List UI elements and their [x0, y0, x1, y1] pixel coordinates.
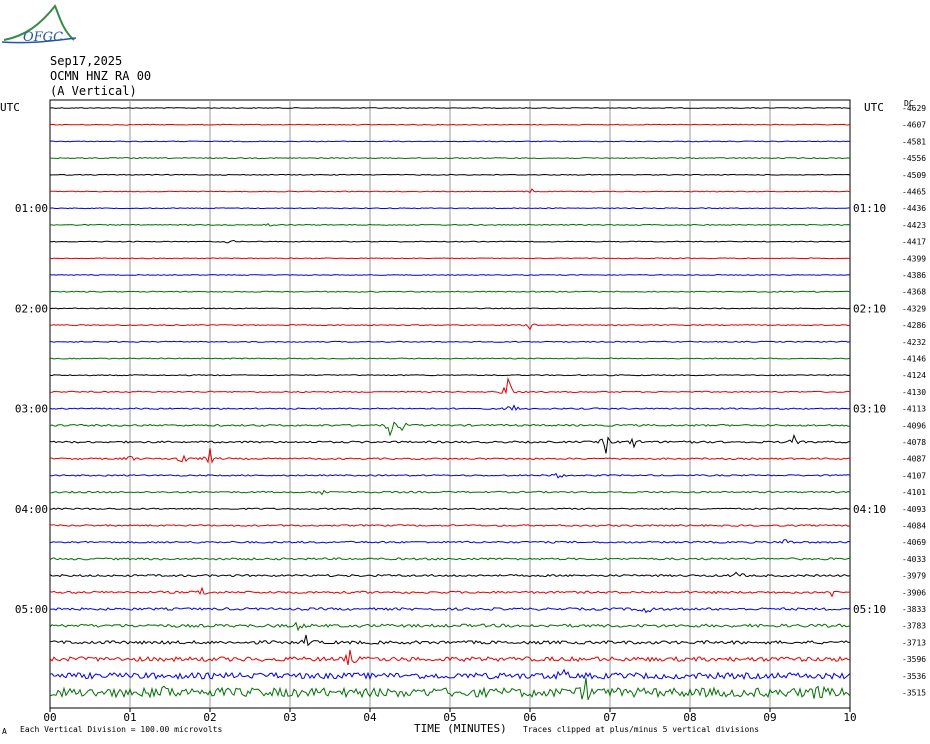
x-tick-label: 08: [683, 711, 696, 724]
trace-row-6: [49, 207, 851, 210]
dc-offset: -4078: [902, 438, 926, 447]
dc-offset: -3713: [902, 638, 926, 647]
right-time-label: 01:10: [853, 202, 886, 215]
dc-offset: -4581: [902, 137, 926, 146]
dc-offset: -4130: [902, 388, 926, 397]
x-tick-label: 02: [203, 711, 216, 724]
dc-offset: -4084: [902, 522, 926, 531]
left-utc-label: UTC: [0, 101, 20, 114]
x-tick-label: 04: [363, 711, 377, 724]
dc-offset: -4033: [902, 555, 926, 564]
left-hour-label: 03:00: [15, 403, 48, 416]
x-tick-label: 05: [443, 711, 456, 724]
helicorder-plot: UTC UTC DC TIME (MINUTES) A Each Vertica…: [0, 99, 926, 736]
dc-offset: -4629: [902, 104, 926, 113]
x-axis-title: TIME (MINUTES): [414, 722, 507, 735]
trace-row-1: [49, 123, 851, 126]
x-tick-label: 07: [603, 711, 616, 724]
dc-offset: -3833: [902, 605, 926, 614]
x-tick-label: 06: [523, 711, 536, 724]
trace-row-14: [49, 340, 851, 343]
dc-offset: -3536: [902, 672, 926, 681]
dc-offset: -4329: [902, 304, 926, 313]
trace-row-0: [49, 107, 851, 109]
x-tick-label: 10: [843, 711, 856, 724]
dc-offset: -4101: [902, 488, 926, 497]
dc-offset: -4286: [902, 321, 926, 330]
helicorder-page: OFGC Sep17,2025 OCMN HNZ RA 00 (A Vertic…: [0, 0, 930, 744]
right-time-label: 03:10: [853, 403, 886, 416]
dc-offset: -4124: [902, 371, 926, 380]
dc-offset: -4232: [902, 338, 926, 347]
x-tick-label: 01: [123, 711, 136, 724]
right-utc-label: UTC: [864, 101, 884, 114]
dc-offset: -4386: [902, 271, 926, 280]
right-time-label: 04:10: [853, 503, 886, 516]
x-tick-label: 09: [763, 711, 776, 724]
right-time-label: 02:10: [853, 302, 886, 315]
dc-offset: -4556: [902, 154, 926, 163]
footer-scale-note: Each Vertical Division = 100.00 microvol…: [20, 725, 222, 734]
dc-offset: -4607: [902, 121, 926, 130]
trace-row-2: [49, 140, 851, 143]
dc-offset: -4423: [902, 221, 926, 230]
trace-row-16: [49, 374, 851, 377]
dc-offset: -3906: [902, 588, 926, 597]
dc-offset: -4107: [902, 471, 926, 480]
x-tick-label: 03: [283, 711, 296, 724]
dc-offset: -3979: [902, 572, 926, 581]
dc-offset: -4417: [902, 238, 926, 247]
right-time-label: 05:10: [853, 603, 886, 616]
dc-offset: -4465: [902, 188, 926, 197]
left-hour-label: 05:00: [15, 603, 48, 616]
dc-offset: -4146: [902, 355, 926, 364]
footer-marker: A: [2, 727, 7, 736]
dc-offset: -4096: [902, 421, 926, 430]
dc-offset: -4509: [902, 171, 926, 180]
dc-offset: -4368: [902, 288, 926, 297]
labels: UTC UTC DC TIME (MINUTES) A Each Vertica…: [0, 99, 926, 736]
left-hour-label: 04:00: [15, 503, 48, 516]
footer-clip-note: Traces clipped at plus/minus 5 vertical …: [523, 725, 759, 734]
dc-offset: -4113: [902, 405, 926, 414]
dc-offset: -3515: [902, 689, 926, 698]
left-hour-label: 01:00: [15, 202, 48, 215]
left-hour-label: 02:00: [15, 302, 48, 315]
dc-offset: -3596: [902, 655, 926, 664]
x-tick-label: 00: [43, 711, 56, 724]
dc-offset: -4399: [902, 254, 926, 263]
dc-offset: -4436: [902, 204, 926, 213]
dc-offset: -3783: [902, 622, 926, 631]
dc-offset: -4069: [902, 538, 926, 547]
dc-offset: -4087: [902, 455, 926, 464]
dc-offset: -4093: [902, 505, 926, 514]
